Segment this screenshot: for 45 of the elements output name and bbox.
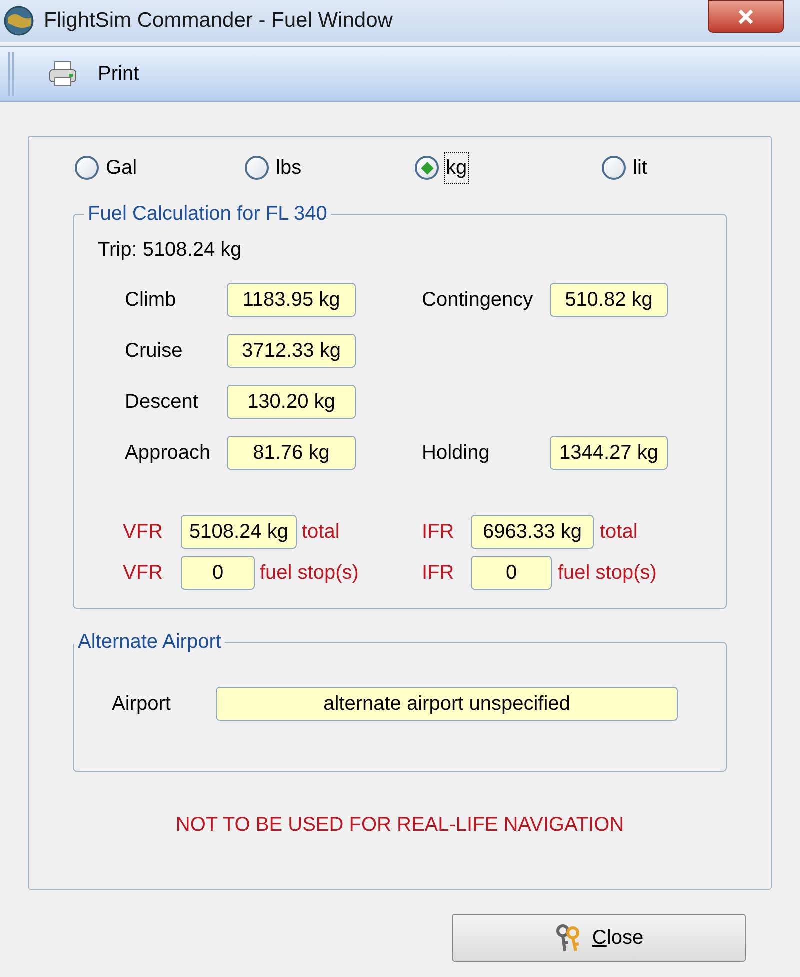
value-field[interactable]: 510.82 kg xyxy=(550,283,668,317)
field-label: Contingency xyxy=(422,288,534,313)
radio-button[interactable] xyxy=(602,156,626,180)
field-label: Descent xyxy=(125,390,200,415)
radio-label[interactable]: lbs xyxy=(275,153,303,183)
value-field[interactable]: 1183.95 kg xyxy=(227,283,356,317)
field-label: IFR xyxy=(422,561,456,586)
radio-button[interactable] xyxy=(245,156,269,180)
radio-button[interactable] xyxy=(75,156,99,180)
value-field[interactable]: 0 xyxy=(471,556,552,590)
value-field[interactable]: 1344.27 kg xyxy=(550,436,668,470)
radio-button[interactable] xyxy=(415,156,439,180)
close-button[interactable]: Close xyxy=(452,914,746,962)
unit-label: fuel stop(s) xyxy=(558,561,657,586)
radio-label[interactable]: lit xyxy=(632,153,648,183)
value-field[interactable]: 81.76 kg xyxy=(227,436,356,470)
field-label: Approach xyxy=(125,441,212,466)
trip-label: Trip: 5108.24 kg xyxy=(98,238,243,263)
value-field[interactable]: 5108.24 kg xyxy=(181,515,297,549)
value-field[interactable]: 6963.33 kg xyxy=(471,515,594,549)
warning-text: NOT TO BE USED FOR REAL-LIFE NAVIGATION xyxy=(174,813,626,838)
field-label: Holding xyxy=(422,441,491,466)
airport-field[interactable]: alternate airport unspecified xyxy=(216,687,678,721)
field-label: Cruise xyxy=(125,339,184,364)
radio-label[interactable]: kg xyxy=(445,153,468,183)
field-label: IFR xyxy=(422,520,456,545)
window-title: FlightSim Commander - Fuel Window xyxy=(44,8,393,34)
print-button[interactable]: Print xyxy=(44,54,144,94)
close-icon xyxy=(738,10,754,24)
close-window-button[interactable] xyxy=(708,0,784,33)
unit-label: total xyxy=(302,520,340,545)
unit-label: fuel stop(s) xyxy=(260,561,359,586)
value-field[interactable]: 3712.33 kg xyxy=(227,334,356,368)
printer-icon xyxy=(48,61,78,87)
field-label: Airport xyxy=(112,692,172,717)
group-title: Alternate Airport xyxy=(77,630,222,655)
field-label: VFR xyxy=(123,561,164,586)
field-label: Climb xyxy=(125,288,178,313)
radio-label[interactable]: Gal xyxy=(105,153,138,183)
value-field[interactable]: 130.20 kg xyxy=(227,385,356,419)
group-title: Fuel Calculation for FL 340 xyxy=(87,202,328,227)
globe-logo-icon xyxy=(4,6,34,36)
unit-label: total xyxy=(600,520,638,545)
value-field[interactable]: 0 xyxy=(181,556,255,590)
field-label: VFR xyxy=(123,520,164,545)
